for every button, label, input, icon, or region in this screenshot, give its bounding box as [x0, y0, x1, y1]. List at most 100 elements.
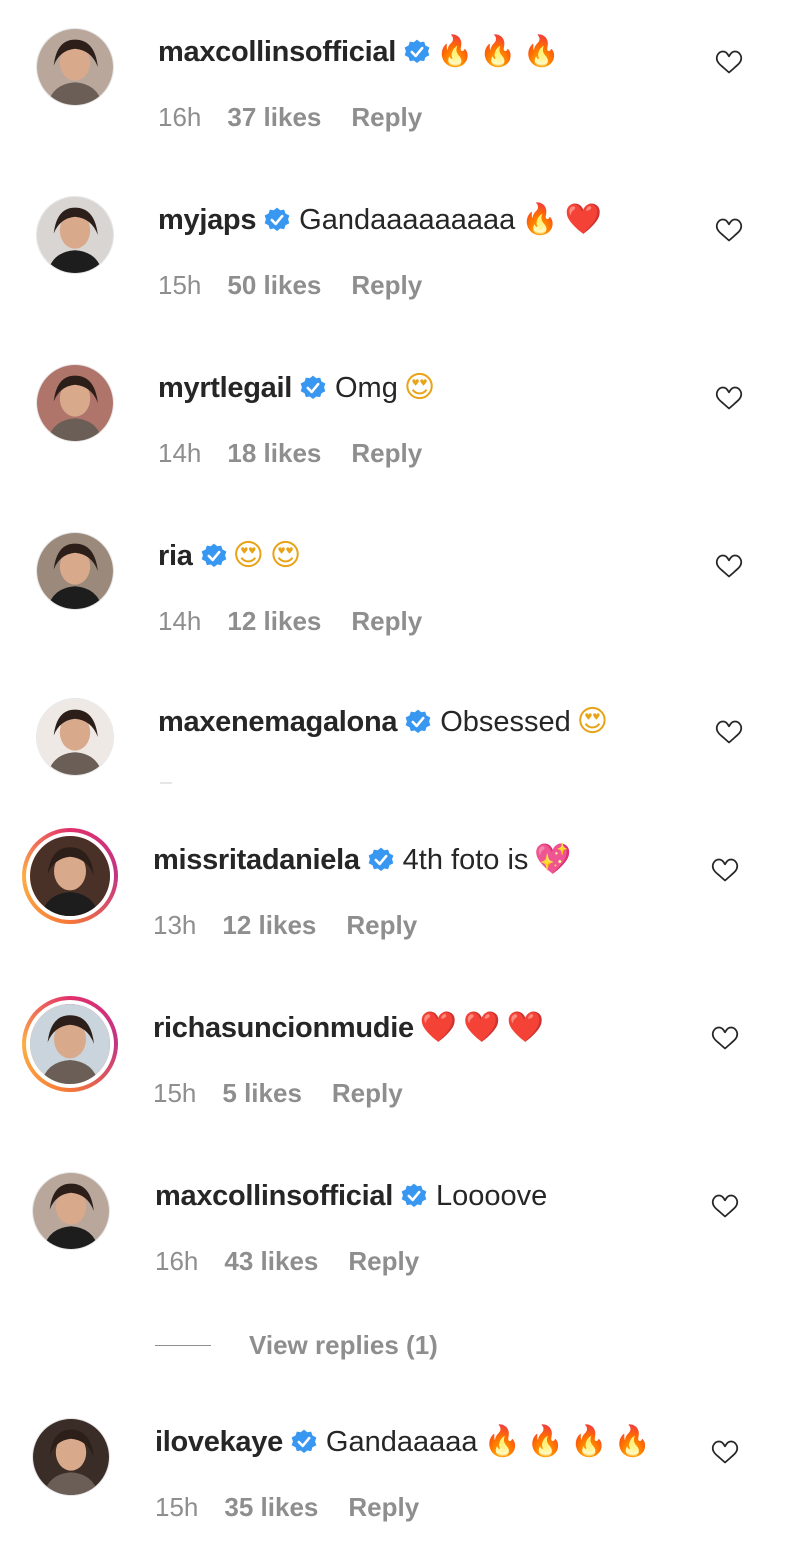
heart-outline-icon[interactable] [714, 552, 744, 580]
comment-body: maxcollinsofficial 🔥 🔥 🔥 [158, 32, 560, 72]
reply-button[interactable]: Reply [348, 1246, 419, 1277]
avatar[interactable] [36, 196, 114, 274]
verified-badge-icon [404, 39, 430, 65]
comment-text: Obsessed [440, 705, 571, 738]
comment-meta: 14h 12 likes Reply [158, 606, 422, 637]
comment-body: missritadaniela 4th foto is 💖 [153, 840, 572, 880]
comment-time: 16h [155, 1246, 199, 1276]
comment-username[interactable]: maxenemagalona [158, 706, 397, 739]
comment-time: 15h [158, 270, 202, 300]
heart-outline-icon[interactable] [710, 1024, 740, 1052]
comment-text: Omg [335, 371, 398, 404]
comment-body: ria 😍 😍 [158, 536, 301, 576]
heart-outline-icon[interactable] [714, 216, 744, 244]
comment-meta: 15h 50 likes Reply [158, 270, 422, 301]
verified-badge-icon [368, 847, 394, 873]
comment-time: 15h [153, 1078, 197, 1108]
reply-button[interactable]: Reply [351, 438, 422, 469]
comment-meta: 13h 12 likes Reply [153, 910, 417, 941]
comment-body: myjaps Gandaaaaaaaaa 🔥 ❤️ [158, 200, 602, 240]
comment-text: Gandaaaaaaaaa [299, 203, 516, 236]
verified-badge-icon [201, 543, 227, 569]
heart-outline-icon[interactable] [714, 718, 744, 746]
heart-outline-icon[interactable] [714, 48, 744, 76]
comment-time: 16h [158, 102, 202, 132]
heart-outline-icon[interactable] [710, 1192, 740, 1220]
comment-username[interactable]: missritadaniela [153, 844, 360, 877]
fire-emoji-icon: 🔥 [483, 1424, 521, 1459]
heart-eyes-emoji-icon: 😍 [232, 538, 264, 573]
verified-badge-icon [401, 1183, 427, 1209]
heart-emoji-icon: ❤️ [463, 1010, 501, 1045]
fire-emoji-icon: 🔥 [522, 34, 561, 69]
comment-likes[interactable]: 43 likes [224, 1246, 318, 1277]
avatar[interactable] [22, 996, 118, 1092]
reply-button[interactable]: Reply [351, 606, 422, 637]
comment-likes[interactable]: 12 likes [222, 910, 316, 941]
view-replies-label: View replies (1) [249, 1330, 438, 1360]
comment-username[interactable]: myjaps [158, 204, 256, 237]
comment-time: 15h [155, 1492, 199, 1522]
divider [160, 782, 172, 784]
comment-username[interactable]: richasuncionmudie [153, 1012, 414, 1045]
view-replies-button[interactable]: View replies (1) [155, 1330, 438, 1361]
comment-username[interactable]: ria [158, 540, 193, 573]
avatar[interactable] [36, 28, 114, 106]
avatar[interactable] [36, 364, 114, 442]
comment-meta: 15h 35 likes Reply [155, 1492, 419, 1523]
comment-meta: 16h 37 likes Reply [158, 102, 422, 133]
comment-time: 14h [158, 438, 202, 468]
avatar[interactable] [36, 698, 114, 776]
heart-outline-icon[interactable] [714, 384, 744, 412]
comment-meta: 16h 43 likes Reply [155, 1246, 419, 1277]
reply-button[interactable]: Reply [351, 102, 422, 133]
avatar[interactable] [36, 532, 114, 610]
fire-emoji-icon: 🔥 [613, 1424, 651, 1459]
heart-emoji-icon: 💖 [534, 842, 572, 877]
comment-text: Gandaaaaa [325, 1425, 478, 1458]
heart-outline-icon[interactable] [710, 856, 740, 884]
comment-text: 4th foto is [402, 843, 529, 876]
replies-rule [155, 1345, 211, 1346]
comment-username[interactable]: maxcollinsofficial [158, 36, 396, 69]
comment-username[interactable]: myrtlegail [158, 372, 292, 405]
verified-badge-icon [405, 709, 431, 735]
comment-username[interactable]: ilovekaye [155, 1426, 283, 1459]
comment-likes[interactable]: 18 likes [227, 438, 321, 469]
reply-button[interactable]: Reply [346, 910, 417, 941]
heart-emoji-icon: ❤️ [506, 1010, 544, 1045]
comment-likes[interactable]: 35 likes [224, 1492, 318, 1523]
comment-body: myrtlegail Omg 😍 [158, 368, 435, 408]
reply-button[interactable]: Reply [348, 1492, 419, 1523]
comment-likes[interactable]: 5 likes [222, 1078, 302, 1109]
fire-emoji-icon: 🔥 [479, 34, 517, 69]
heart-eyes-emoji-icon: 😍 [269, 538, 302, 573]
comment-meta: 15h 5 likes Reply [153, 1078, 403, 1109]
comment-time: 13h [153, 910, 197, 940]
comment-time: 14h [158, 606, 202, 636]
heart-emoji-icon: ❤️ [564, 202, 602, 237]
avatar[interactable] [32, 1418, 110, 1496]
comment-body: ilovekaye Gandaaaaa 🔥 🔥 🔥 🔥 [155, 1422, 651, 1462]
heart-eyes-emoji-icon: 😍 [403, 370, 436, 405]
comment-likes[interactable]: 37 likes [227, 102, 321, 133]
reply-button[interactable]: Reply [332, 1078, 403, 1109]
avatar[interactable] [32, 1172, 110, 1250]
fire-emoji-icon: 🔥 [526, 1424, 565, 1459]
reply-button[interactable]: Reply [351, 270, 422, 301]
heart-emoji-icon: ❤️ [419, 1010, 458, 1045]
comment-body: maxenemagalona Obsessed 😍 [158, 702, 608, 742]
comment-likes[interactable]: 12 likes [227, 606, 321, 637]
fire-emoji-icon: 🔥 [570, 1424, 608, 1459]
verified-badge-icon [264, 207, 290, 233]
verified-badge-icon [300, 375, 326, 401]
avatar[interactable] [22, 828, 118, 924]
comment-text: Loooove [435, 1179, 548, 1212]
comment-body: maxcollinsofficial Loooove [155, 1176, 547, 1216]
comment-meta: 14h 18 likes Reply [158, 438, 422, 469]
heart-eyes-emoji-icon: 😍 [576, 704, 609, 739]
comment-likes[interactable]: 50 likes [227, 270, 321, 301]
comment-username[interactable]: maxcollinsofficial [155, 1180, 393, 1213]
heart-outline-icon[interactable] [710, 1438, 740, 1466]
fire-emoji-icon: 🔥 [435, 34, 474, 69]
